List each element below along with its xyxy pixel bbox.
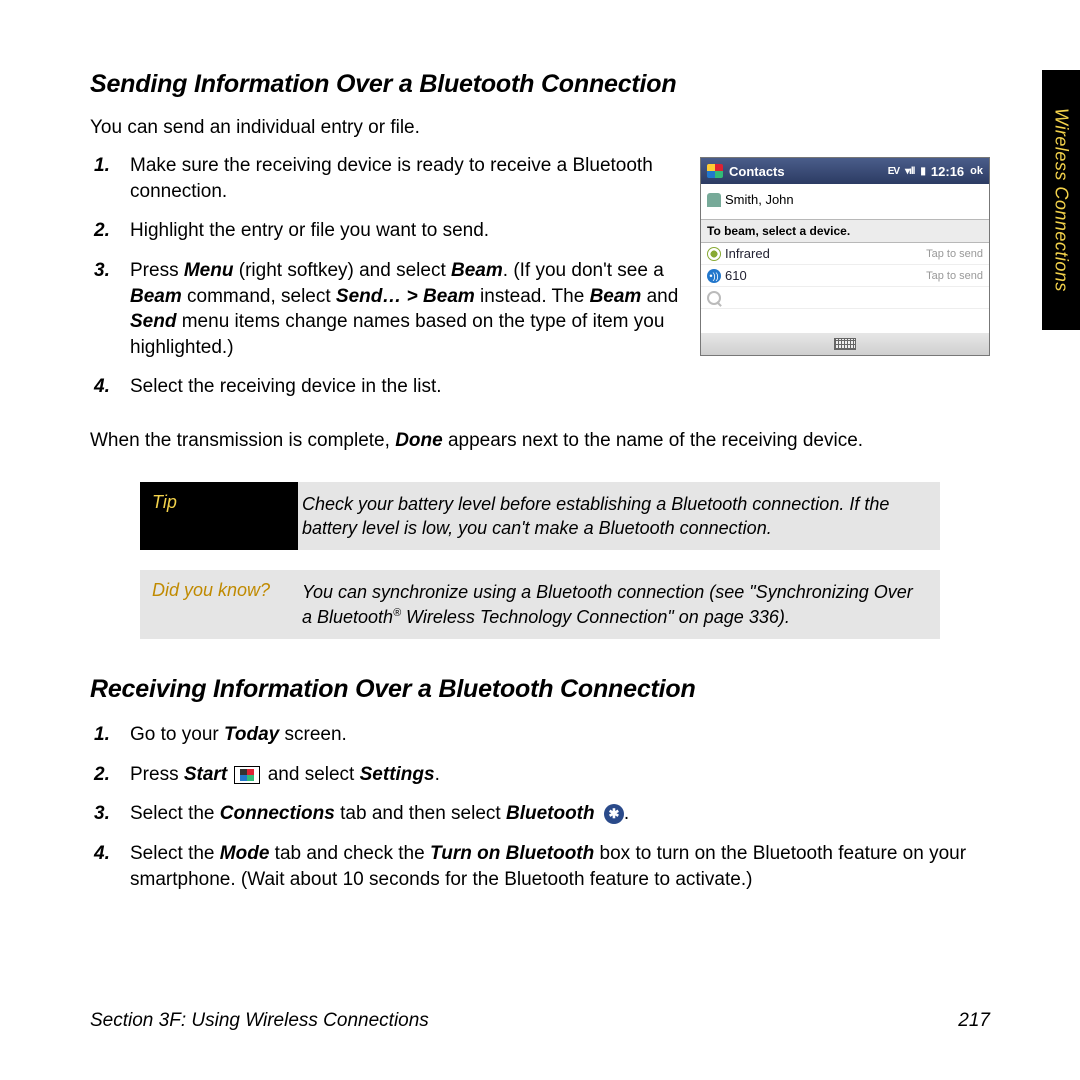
bluetooth-small-icon: •)) bbox=[707, 269, 721, 283]
s2-step-1: Go to your Today screen. bbox=[130, 722, 990, 748]
section1-heading: Sending Information Over a Bluetooth Con… bbox=[90, 70, 990, 99]
tip-text: Check your battery level before establis… bbox=[298, 482, 940, 551]
keyboard-icon bbox=[834, 338, 856, 350]
step-3: Press Menu (right softkey) and select Be… bbox=[130, 258, 680, 361]
infrared-icon bbox=[707, 247, 721, 261]
device-list: Infrared Tap to send •)) 610 Tap to send bbox=[701, 243, 989, 333]
step-1: Make sure the receiving device is ready … bbox=[130, 153, 680, 204]
screenshot-titlebar: Contacts EV ▾ıll ▮ 12:16 ok bbox=[701, 158, 989, 184]
ok-button: ok bbox=[970, 165, 983, 177]
s2-step-3: Select the Connections tab and then sele… bbox=[130, 801, 990, 827]
screenshot-title: Contacts bbox=[729, 164, 785, 179]
start-icon bbox=[234, 766, 260, 784]
ev-indicator: EV bbox=[888, 166, 899, 177]
device-row: Infrared Tap to send bbox=[701, 243, 989, 265]
side-tab-label: Wireless Connections bbox=[1051, 108, 1072, 292]
side-tab: Wireless Connections bbox=[1042, 70, 1080, 330]
person-icon bbox=[707, 193, 721, 207]
device-row-searching bbox=[701, 287, 989, 309]
page-number: 217 bbox=[958, 1010, 990, 1032]
signal-icon: ▾ıll bbox=[905, 166, 914, 177]
battery-icon: ▮ bbox=[920, 166, 925, 177]
device-screenshot: Contacts EV ▾ıll ▮ 12:16 ok Smith, John … bbox=[700, 157, 990, 356]
search-icon bbox=[707, 291, 721, 305]
step-2: Highlight the entry or file you want to … bbox=[130, 218, 680, 244]
dyk-label: Did you know? bbox=[140, 570, 298, 639]
contact-name: Smith, John bbox=[725, 192, 794, 207]
s2-step-2: Press Start and select Settings. bbox=[130, 762, 990, 788]
tip-label: Tip bbox=[140, 482, 298, 551]
device-row: •)) 610 Tap to send bbox=[701, 265, 989, 287]
step-4: Select the receiving device in the list. bbox=[130, 374, 680, 400]
section1-after: When the transmission is complete, Done … bbox=[90, 428, 990, 454]
beam-label: To beam, select a device. bbox=[701, 220, 989, 243]
did-you-know-callout: Did you know? You can synchronize using … bbox=[140, 570, 940, 639]
section2-heading: Receiving Information Over a Bluetooth C… bbox=[90, 675, 990, 704]
start-flag-icon bbox=[707, 164, 723, 178]
bluetooth-icon: ✱ bbox=[604, 804, 624, 824]
page-footer: Section 3F: Using Wireless Connections 2… bbox=[90, 1010, 990, 1032]
s2-step-4: Select the Mode tab and check the Turn o… bbox=[130, 841, 990, 892]
tip-callout: Tip Check your battery level before esta… bbox=[140, 482, 940, 551]
footer-section: Section 3F: Using Wireless Connections bbox=[90, 1010, 429, 1032]
screenshot-bottombar bbox=[701, 333, 989, 355]
dyk-text: You can synchronize using a Bluetooth co… bbox=[298, 570, 940, 639]
section1-intro: You can send an individual entry or file… bbox=[90, 117, 990, 139]
clock: 12:16 bbox=[931, 164, 964, 179]
contact-field: Smith, John bbox=[701, 184, 989, 220]
